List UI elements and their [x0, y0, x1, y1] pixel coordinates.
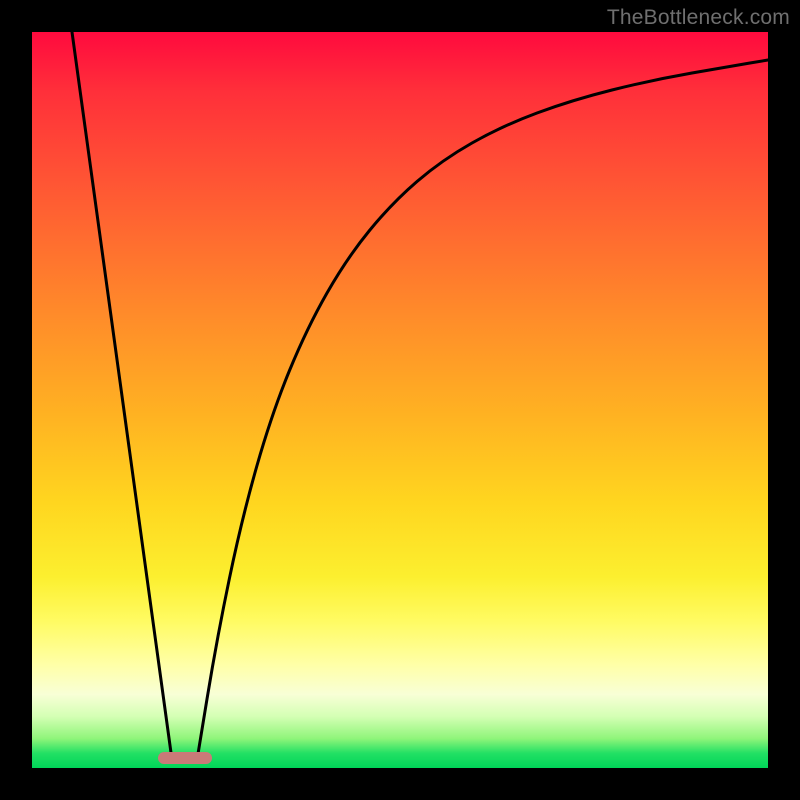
chart-frame: TheBottleneck.com — [0, 0, 800, 800]
plot-area — [32, 32, 768, 768]
minimum-marker — [158, 752, 212, 764]
watermark-text: TheBottleneck.com — [607, 6, 790, 30]
curve-svg — [32, 32, 768, 768]
bottleneck-curve — [72, 32, 768, 760]
